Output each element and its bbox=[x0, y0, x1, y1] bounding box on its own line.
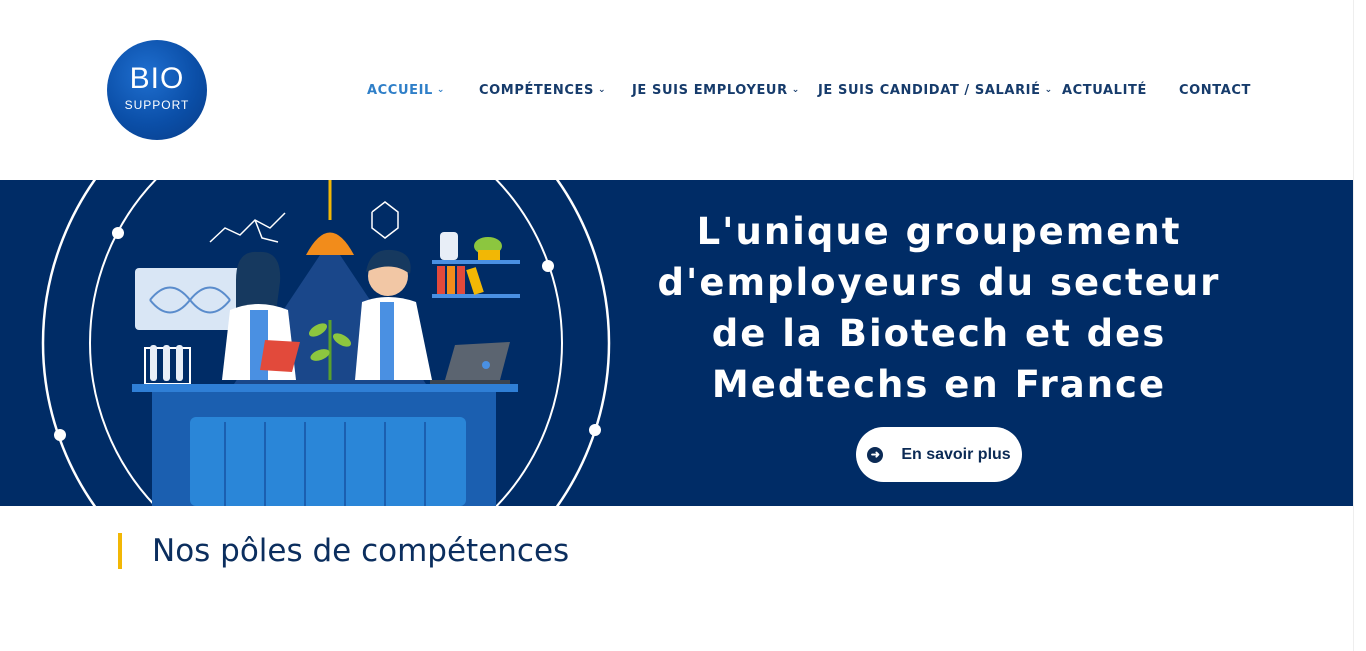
nav-item-employeur[interactable]: JE SUIS EMPLOYEUR ⌄ bbox=[632, 82, 800, 101]
nav-item-competences[interactable]: COMPÉTENCES ⌄ bbox=[479, 82, 606, 101]
nav-item-label: ACCUEIL bbox=[367, 83, 433, 98]
nav-item-label: COMPÉTENCES bbox=[479, 83, 594, 98]
section-title: Nos pôles de compétences bbox=[118, 533, 569, 569]
chevron-down-icon: ⌄ bbox=[1044, 85, 1053, 95]
main-nav: ACCUEIL ⌄ COMPÉTENCES ⌄ JE SUIS EMPLOYEUR ⌄… bbox=[0, 82, 1354, 102]
arrow-circle-right-icon: ➜ bbox=[867, 446, 884, 463]
nav-item-label: JE SUIS EMPLOYEUR bbox=[632, 83, 788, 98]
page-scrollbar[interactable] bbox=[1353, 0, 1366, 651]
chevron-down-icon: ⌄ bbox=[597, 85, 607, 95]
hero-banner: L'unique groupement d'employeurs du sect… bbox=[0, 180, 1354, 506]
nav-item-label: ACTUALITÉ bbox=[1062, 83, 1147, 98]
chevron-down-icon: ⌄ bbox=[436, 85, 446, 95]
nav-item-candidat[interactable]: JE SUIS CANDIDAT / SALARIÉ ⌄ bbox=[818, 82, 1053, 101]
chevron-down-icon: ⌄ bbox=[791, 85, 800, 95]
site-header: BIO SUPPORT ACCUEIL ⌄ COMPÉTENCES ⌄ JE SUI… bbox=[0, 0, 1354, 180]
nav-item-label: JE SUIS CANDIDAT / SALARIÉ bbox=[818, 83, 1041, 98]
nav-item-contact[interactable]: CONTACT bbox=[1179, 82, 1251, 100]
nav-item-accueil[interactable]: ACCUEIL ⌄ bbox=[367, 82, 445, 101]
cta-label: En savoir plus bbox=[901, 445, 1011, 463]
en-savoir-plus-button[interactable]: ➜ En savoir plus bbox=[856, 427, 1022, 482]
hero-title: L'unique groupement d'employeurs du sect… bbox=[657, 210, 1221, 406]
nav-item-label: CONTACT bbox=[1179, 83, 1251, 98]
nav-item-actualite[interactable]: ACTUALITÉ bbox=[1062, 82, 1147, 100]
lab-illustration bbox=[41, 180, 611, 506]
